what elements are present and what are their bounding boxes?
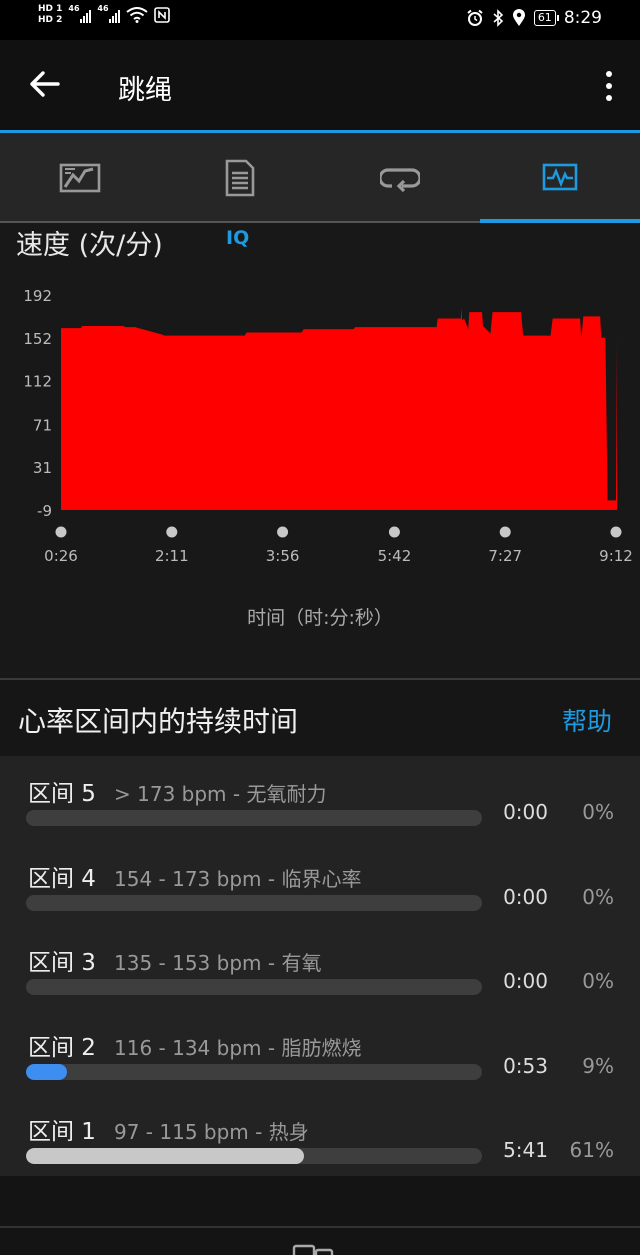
tab-bar — [0, 133, 640, 223]
hr-zone-row: 区间 2 116 - 134 bpm - 脂肪燃烧 0:53 9% — [0, 1010, 640, 1094]
zone-time: 0:00 — [503, 884, 548, 909]
x-tick-dot — [499, 526, 511, 538]
location-icon — [512, 9, 525, 26]
speed-chart: 192 152 112 71 31 -9 0:26 2:11 3:56 5:42 7:27 9:12 — [23, 287, 633, 565]
zone-progress-track — [26, 1063, 482, 1080]
network-2-label: 46 — [97, 4, 109, 13]
nfc-icon — [154, 7, 171, 23]
zone-progress-track — [26, 810, 482, 826]
hr-zone-row: 区间 4 154 - 173 bpm - 临界心率 0:00 0% — [0, 841, 640, 925]
page-title: 跳绳 — [118, 75, 172, 106]
x-tick-dot — [55, 526, 67, 538]
zone-range: > 173 bpm - 无氧耐力 — [114, 782, 327, 806]
zone-percent: 9% — [582, 1053, 614, 1078]
signal-1-icon: 46 — [68, 4, 92, 23]
x-tick-label: 2:11 — [155, 547, 189, 565]
tab-map[interactable] — [0, 133, 160, 223]
hr-zone-row: 区间 5 > 173 bpm - 无氧耐力 0:00 0% — [0, 756, 640, 840]
alarm-icon — [467, 9, 483, 26]
status-bar: HD 1 HD 2 46 46 61 8:29 — [0, 0, 640, 40]
x-tick-dot — [610, 526, 622, 538]
zone-time: 0:00 — [503, 800, 548, 824]
bluetooth-icon — [493, 9, 503, 27]
tab-charts[interactable] — [480, 133, 640, 223]
zone-range: 116 - 134 bpm - 脂肪燃烧 — [114, 1035, 362, 1060]
zone-name: 区间 4 — [28, 865, 96, 892]
y-tick-label: 71 — [33, 416, 52, 434]
x-tick-label: 3:56 — [266, 547, 300, 565]
signal-2-icon: 46 — [97, 4, 121, 23]
zone-name: 区间 3 — [28, 950, 96, 976]
x-tick-label: 0:26 — [44, 547, 78, 565]
network-1-label: 46 — [68, 4, 80, 13]
iq-badge[interactable]: IQ — [226, 227, 249, 249]
zone-time: 0:53 — [503, 1053, 548, 1078]
x-tick-dot — [277, 526, 289, 538]
chart-icon — [542, 163, 578, 191]
y-tick-label: 152 — [23, 330, 52, 348]
laps-icon — [380, 168, 420, 192]
x-tick-label: 9:12 — [599, 547, 633, 565]
zone-progress-track — [26, 894, 482, 911]
chart-title: 速度 (次/分) — [16, 230, 163, 261]
y-tick-label: 31 — [33, 459, 52, 477]
hr-zone-row: 区间 1 97 - 115 bpm - 热身 5:41 61% — [0, 1094, 640, 1178]
zone-time: 5:41 — [503, 1138, 548, 1162]
zone-name: 区间 2 — [28, 1034, 96, 1061]
hd-indicator: HD 1 HD 2 — [38, 4, 62, 26]
y-tick-label: 112 — [23, 373, 52, 391]
tab-laps[interactable] — [320, 133, 480, 223]
zone-range: 97 - 115 bpm - 热身 — [114, 1120, 309, 1144]
zone-name: 区间 1 — [28, 1119, 96, 1145]
zone-percent: 0% — [582, 800, 614, 824]
app-bar: 跳绳 — [0, 40, 640, 130]
zone-time: 0:00 — [503, 969, 548, 993]
zone-percent: 0% — [582, 884, 614, 909]
zone-range: 154 - 173 bpm - 临界心率 — [114, 866, 362, 891]
clock-time: 8:29 — [563, 8, 602, 28]
speed-area-series — [61, 307, 618, 510]
x-tick-label: 7:27 — [488, 547, 522, 565]
status-bar-right: 61 8:29 — [466, 8, 602, 28]
x-tick-label: 5:42 — [378, 547, 412, 565]
zone-range: 135 - 153 bpm - 有氧 — [114, 951, 322, 975]
zone-progress-track — [26, 979, 482, 995]
zone-percent: 0% — [582, 969, 614, 993]
device-icon — [292, 1244, 334, 1255]
zone-name: 区间 5 — [28, 781, 96, 807]
speed-chart-card: 速度 (次/分) IQ 192 152 112 71 31 -9 0:26 2:11 3:56 5… — [0, 223, 640, 678]
y-tick-label: -9 — [37, 502, 52, 520]
document-icon — [225, 159, 255, 197]
bottom-divider — [0, 1226, 640, 1228]
zone-progress-fill — [26, 1063, 68, 1080]
hd1-label: HD 1 — [38, 4, 63, 14]
x-tick-dot — [388, 526, 400, 538]
hd2-label: HD 2 — [38, 15, 63, 25]
x-tick-dot — [166, 526, 178, 538]
hr-zone-row: 区间 3 135 - 153 bpm - 有氧 0:00 0% — [0, 925, 640, 1009]
zone-percent: 61% — [569, 1138, 614, 1162]
map-icon — [59, 163, 101, 193]
zone-progress-track — [26, 1148, 482, 1164]
chart-x-axis-label: 时间（时:分:秒） — [247, 607, 393, 629]
battery-icon: 61 — [533, 10, 559, 26]
hr-zones-title: 心率区间内的持续时间 — [18, 705, 299, 738]
status-bar-left: HD 1 HD 2 46 46 — [38, 4, 171, 26]
hr-zones-list: 区间 5 > 173 bpm - 无氧耐力 0:00 0% 区间 4 154 - 173 … — [0, 756, 640, 1176]
tab-details[interactable] — [160, 133, 320, 223]
help-link[interactable]: 帮助 — [562, 702, 612, 738]
y-tick-label: 192 — [23, 287, 52, 305]
wifi-icon — [126, 7, 149, 23]
back-arrow-icon[interactable] — [28, 64, 64, 104]
hr-zones-header: 心率区间内的持续时间 帮助 — [0, 680, 640, 756]
more-options-icon[interactable] — [602, 68, 616, 104]
zone-progress-fill — [26, 1148, 305, 1164]
